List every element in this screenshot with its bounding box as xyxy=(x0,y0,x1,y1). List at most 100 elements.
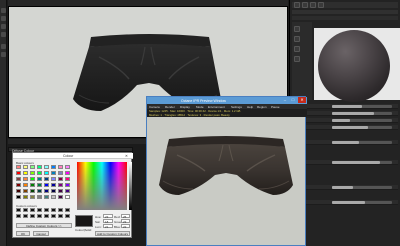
property-slider[interactable] xyxy=(332,119,392,122)
basic-colour-swatch[interactable] xyxy=(58,195,63,199)
material-icon[interactable] xyxy=(294,2,300,8)
custom-swatch[interactable] xyxy=(23,208,28,212)
basic-colour-swatch[interactable] xyxy=(65,195,70,199)
sat-field[interactable]: 18 xyxy=(103,219,113,224)
basic-colour-swatch[interactable] xyxy=(16,195,21,199)
property-row[interactable] xyxy=(292,185,398,190)
menu-settings[interactable]: Settings xyxy=(231,105,242,109)
blue-field[interactable]: 22 xyxy=(121,224,130,229)
lum-field[interactable]: 21 xyxy=(103,224,113,229)
custom-swatch[interactable] xyxy=(37,208,42,212)
basic-colour-swatch[interactable] xyxy=(51,177,56,181)
close-icon[interactable]: ✕ xyxy=(125,154,128,158)
camera-tool-icon[interactable] xyxy=(1,44,6,49)
property-row[interactable] xyxy=(292,118,398,123)
light-tool-icon[interactable] xyxy=(1,52,6,57)
basic-colour-swatch[interactable] xyxy=(16,189,21,193)
basic-colour-swatch[interactable] xyxy=(58,177,63,181)
basic-colour-swatch[interactable] xyxy=(44,177,49,181)
basic-colour-swatch[interactable] xyxy=(16,183,21,187)
basic-colour-swatch[interactable] xyxy=(65,165,70,169)
custom-swatch[interactable] xyxy=(30,208,35,212)
custom-swatch[interactable] xyxy=(30,214,35,218)
colour-dialog-titlebar[interactable]: Colour ✕ xyxy=(13,153,133,159)
basic-colour-swatch[interactable] xyxy=(44,189,49,193)
ok-button[interactable]: OK xyxy=(16,231,30,236)
render-icon[interactable] xyxy=(318,2,324,8)
specular-icon[interactable] xyxy=(294,36,300,42)
basic-colour-swatch[interactable] xyxy=(23,171,28,175)
normal-icon[interactable] xyxy=(294,56,300,62)
custom-swatch[interactable] xyxy=(65,214,70,218)
property-row[interactable] xyxy=(292,160,398,165)
scale-tool-icon[interactable] xyxy=(1,32,6,37)
basic-colour-swatch[interactable] xyxy=(65,177,70,181)
red-field[interactable]: 25 xyxy=(121,214,130,219)
property-slider[interactable] xyxy=(332,186,392,189)
property-slider[interactable] xyxy=(332,161,392,164)
property-slider[interactable] xyxy=(332,141,392,144)
basic-colour-swatch[interactable] xyxy=(51,189,56,193)
basic-colour-swatch[interactable] xyxy=(58,189,63,193)
basic-colour-swatch[interactable] xyxy=(30,165,35,169)
basic-colour-swatch[interactable] xyxy=(37,183,42,187)
diffuse-icon[interactable] xyxy=(294,26,300,32)
property-row[interactable] xyxy=(292,111,398,116)
property-row[interactable] xyxy=(292,200,398,205)
custom-swatch[interactable] xyxy=(44,208,49,212)
property-slider[interactable] xyxy=(332,126,392,129)
basic-colour-swatch[interactable] xyxy=(65,183,70,187)
menu-help[interactable]: Help xyxy=(247,105,253,109)
move-tool-icon[interactable] xyxy=(1,16,6,21)
node-icon[interactable] xyxy=(310,2,316,8)
menu-camera[interactable]: Camera xyxy=(149,105,160,109)
basic-colour-swatch[interactable] xyxy=(23,177,28,181)
basic-colour-swatch[interactable] xyxy=(65,171,70,175)
define-custom-colours-button[interactable]: Define Custom Colours >> xyxy=(16,223,72,228)
custom-swatch[interactable] xyxy=(65,208,70,212)
custom-swatch[interactable] xyxy=(58,214,63,218)
basic-colour-swatch[interactable] xyxy=(58,165,63,169)
custom-swatch[interactable] xyxy=(23,214,28,218)
basic-colour-swatch[interactable] xyxy=(51,171,56,175)
property-row[interactable] xyxy=(292,104,398,109)
menu-mode[interactable]: Mode xyxy=(196,105,204,109)
basic-colour-swatch[interactable] xyxy=(23,165,28,169)
close-icon[interactable]: ✕ xyxy=(298,97,306,103)
basic-colour-swatch[interactable] xyxy=(37,171,42,175)
basic-colour-swatch[interactable] xyxy=(37,189,42,193)
render-window-titlebar[interactable]: Octane IPR Preview Window – □ ✕ xyxy=(147,97,307,104)
hue-field[interactable]: 23 xyxy=(103,214,113,219)
select-tool-icon[interactable] xyxy=(1,8,6,13)
basic-colour-swatch[interactable] xyxy=(44,183,49,187)
property-row[interactable] xyxy=(292,125,398,130)
basic-colour-swatch[interactable] xyxy=(58,171,63,175)
green-field[interactable]: 23 xyxy=(121,219,130,224)
custom-swatch[interactable] xyxy=(16,208,21,212)
basic-colour-swatch[interactable] xyxy=(37,165,42,169)
custom-swatch[interactable] xyxy=(16,214,21,218)
property-slider[interactable] xyxy=(332,112,392,115)
basic-colour-swatch[interactable] xyxy=(30,177,35,181)
menu-pause[interactable]: Pause xyxy=(271,105,280,109)
texture-icon[interactable] xyxy=(302,2,308,8)
custom-swatch[interactable] xyxy=(44,214,49,218)
cancel-button[interactable]: Cancel xyxy=(33,231,49,236)
minimize-icon[interactable]: – xyxy=(281,97,289,103)
custom-swatch[interactable] xyxy=(58,208,63,212)
basic-colour-swatch[interactable] xyxy=(30,171,35,175)
rotate-tool-icon[interactable] xyxy=(1,24,6,29)
render-output[interactable] xyxy=(147,117,305,245)
basic-colour-swatch[interactable] xyxy=(23,183,28,187)
basic-colour-swatch[interactable] xyxy=(16,177,21,181)
basic-colour-swatch[interactable] xyxy=(51,165,56,169)
property-row[interactable] xyxy=(292,140,398,145)
basic-colour-swatch[interactable] xyxy=(23,189,28,193)
basic-colour-swatch[interactable] xyxy=(16,171,21,175)
bump-icon[interactable] xyxy=(294,46,300,52)
basic-colour-swatch[interactable] xyxy=(44,171,49,175)
menu-environment[interactable]: Environment xyxy=(208,105,225,109)
maximize-icon[interactable]: □ xyxy=(289,97,297,103)
menu-region[interactable]: Region xyxy=(257,105,267,109)
basic-colour-swatch[interactable] xyxy=(44,165,49,169)
